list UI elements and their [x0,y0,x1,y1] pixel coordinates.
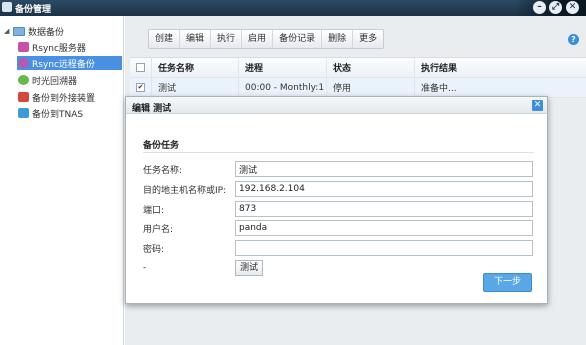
remote-backup-icon [18,58,29,68]
field-password: 密码: [143,240,534,256]
field-destination-host: 目的地主机名称或IP: [143,181,534,197]
task-table: 任务名称 进程 状态 执行结果 ✔ 测试 00:00 - Monthly:1 停… [130,57,586,98]
port-input[interactable] [235,201,533,217]
app-icon [2,2,12,12]
title-bar: 备份管理 – ⤢ ✕ [0,0,586,16]
more-button[interactable]: 更多 [353,30,383,48]
minimize-icon[interactable]: – [533,1,546,14]
field-label: 目的地主机名称或IP: [143,185,227,196]
dialog-close-icon[interactable]: ✕ [532,100,543,111]
maximize-icon[interactable]: ⤢ [549,1,562,14]
rsync-server-icon [18,42,29,52]
tree-root-label: 数据备份 [28,27,65,38]
execute-button[interactable]: 执行 [211,30,243,48]
cell-progress: 00:00 - Monthly:1 [239,78,327,97]
sidebar-item-external-device[interactable]: 备份到外接装置 [17,90,122,104]
field-label: 用户名: [143,224,174,235]
sidebar-item-label: 时光回溯器 [32,76,78,87]
cell-state: 停用 [327,78,415,97]
cell-result: 准备中... [421,84,457,94]
tree-root-data-backup[interactable]: ◢ 数据备份 [4,25,65,38]
section-title: 备份任务 [143,141,180,151]
sidebar-item-label: 备份到外接装置 [32,93,96,104]
toolbar: 创建 编辑 执行 启用 备份记录 删除 更多 [148,29,385,49]
create-button[interactable]: 创建 [149,30,181,48]
tnas-icon [18,108,29,118]
destination-host-input[interactable] [235,181,533,197]
time-machine-icon [18,75,29,85]
sidebar-item-time-machine[interactable]: 时光回溯器 [17,73,122,87]
sidebar-item-label: Rsync服务器 [32,43,86,54]
delete-button[interactable]: 删除 [322,30,354,48]
password-input[interactable] [235,240,533,256]
sidebar-item-tnas[interactable]: 备份到TNAS [17,106,122,120]
table-row[interactable]: ✔ 测试 00:00 - Monthly:1 停用 准备中... [130,78,586,98]
select-all-checkbox[interactable] [130,58,152,77]
close-icon[interactable]: ✕ [566,1,579,14]
field-label: 端口: [143,205,165,216]
edit-task-dialog: 编辑 测试 ✕ 备份任务 任务名称: 目的地主机名称或IP: 端口: 用户名: … [125,96,548,304]
window-title: 备份管理 [15,5,52,15]
field-test: - 测试 [143,260,534,276]
table-header: 任务名称 进程 状态 执行结果 [130,58,586,78]
field-label: 密码: [143,244,165,255]
dialog-header: 编辑 测试 ✕ [126,97,547,114]
enable-button[interactable]: 启用 [242,30,274,48]
edit-button[interactable]: 编辑 [180,30,212,48]
cell-task-name: 测试 [152,78,239,97]
field-username: 用户名: [143,220,534,236]
field-label: 任务名称: [143,165,183,176]
section-divider [143,152,534,153]
column-header-name[interactable]: 任务名称 [152,58,239,77]
column-header-progress[interactable]: 进程 [239,58,327,77]
column-header-state[interactable]: 状态 [327,58,415,77]
checkbox-box[interactable] [136,63,145,72]
checkbox-box[interactable]: ✔ [136,83,145,92]
task-name-input[interactable] [235,161,533,177]
expand-arrow-icon[interactable]: ◢ [4,27,11,35]
row-checkbox[interactable]: ✔ [130,78,152,97]
field-port: 端口: [143,201,534,217]
username-input[interactable] [235,220,533,236]
help-icon[interactable]: ? [568,34,579,45]
sidebar-item-rsync-server[interactable]: Rsync服务器 [17,40,122,54]
test-connection-button[interactable]: 测试 [235,260,264,276]
folder-icon [13,26,25,36]
sidebar-item-rsync-remote-backup[interactable]: Rsync远程备份 [17,56,122,70]
sidebar-item-label: 备份到TNAS [32,109,84,120]
sidebar: ◢ 数据备份 Rsync服务器 Rsync远程备份 时光回溯器 备份到外接装置 … [0,16,124,345]
next-button[interactable]: 下一步 [483,273,532,292]
test-label: - [143,263,147,273]
dialog-title: 编辑 测试 [132,104,172,114]
sidebar-item-label: Rsync远程备份 [32,59,95,70]
column-header-result[interactable]: 执行结果 [415,58,586,77]
external-device-icon [18,92,29,102]
backup-log-button[interactable]: 备份记录 [273,30,323,48]
field-task-name: 任务名称: [143,161,534,177]
